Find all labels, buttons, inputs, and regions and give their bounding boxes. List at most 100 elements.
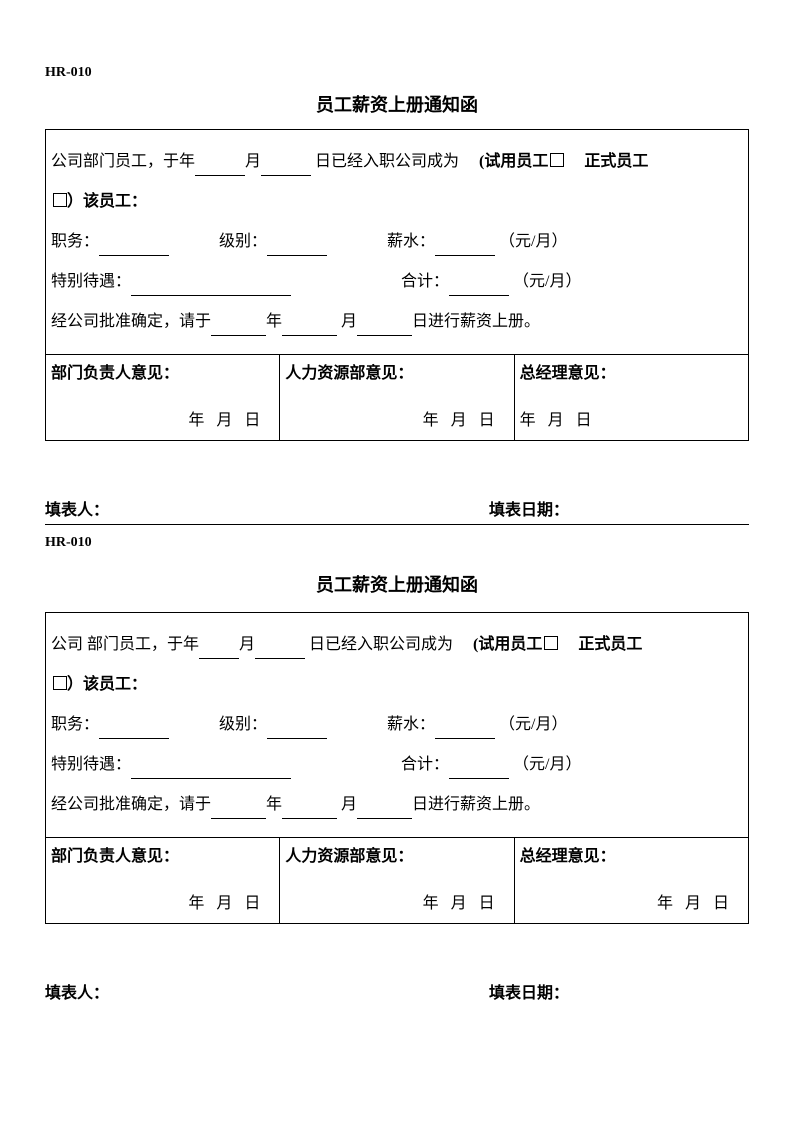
- blank-day2[interactable]: [357, 818, 412, 819]
- approval-date: 年 月 日: [188, 406, 264, 430]
- blank-level[interactable]: [267, 255, 327, 256]
- approval-dept[interactable]: 部门负责人意见： 年 月 日: [46, 355, 280, 440]
- text: 经公司批准确定，请于: [51, 313, 211, 330]
- salary-label: 薪水：: [387, 716, 435, 733]
- blank-position[interactable]: [99, 738, 169, 739]
- approval-gm[interactable]: 总经理意见： 年 月 日: [515, 838, 748, 923]
- total-label: 合计：: [401, 756, 449, 773]
- form-code: HR-010: [45, 535, 749, 551]
- approval-date: 年 月 日: [423, 406, 499, 430]
- text: 日进行薪资上册。: [412, 796, 540, 813]
- text: ）该员工：: [67, 676, 147, 693]
- unit: （元/月）: [513, 756, 581, 773]
- text: 年: [266, 796, 282, 813]
- checkbox-trial[interactable]: [550, 153, 564, 167]
- blank-year[interactable]: [211, 335, 266, 336]
- text: 月: [341, 796, 357, 813]
- blank-month[interactable]: [195, 175, 245, 176]
- approval-dept[interactable]: 部门负责人意见： 年 月 日: [46, 838, 280, 923]
- blank-month[interactable]: [199, 658, 239, 659]
- blank-level[interactable]: [267, 738, 327, 739]
- text: 月: [239, 636, 255, 653]
- form-1: HR-010 员工薪资上册通知函 公司部门员工，于年月 日已经入职公司成为(试用…: [45, 65, 749, 525]
- blank-day2[interactable]: [357, 335, 412, 336]
- line-5: 经公司批准确定，请于 年 月 日进行薪资上册。: [51, 785, 743, 825]
- blank-special[interactable]: [131, 778, 291, 779]
- blank-salary[interactable]: [435, 738, 495, 739]
- trial-label: (试用员工: [479, 153, 548, 170]
- checkbox-formal[interactable]: [53, 676, 67, 690]
- approval-row: 部门负责人意见： 年 月 日 人力资源部意见： 年 月 日 总经理意见： 年 月…: [46, 354, 748, 441]
- formal-label: 正式员工: [578, 636, 642, 653]
- filler-label: 填表人：: [45, 979, 489, 1003]
- form-code: HR-010: [45, 65, 749, 81]
- checkbox-trial[interactable]: [544, 636, 558, 650]
- trial-label: (试用员工: [473, 636, 542, 653]
- approval-date: 年 月 日: [657, 889, 733, 913]
- blank-month2[interactable]: [282, 818, 337, 819]
- approval-label: 人力资源部意见：: [285, 842, 508, 866]
- blank-total[interactable]: [449, 295, 509, 296]
- special-label: 特别待遇：: [51, 273, 131, 290]
- approval-hr[interactable]: 人力资源部意见： 年 月 日: [280, 355, 514, 440]
- text: 日已经入职公司成为: [309, 636, 453, 653]
- line-4: 特别待遇：合计： （元/月）: [51, 262, 743, 302]
- position-label: 职务：: [51, 233, 99, 250]
- line-3: 职务： 级别： 薪水： （元/月）: [51, 705, 743, 745]
- approval-date: 年 月 日: [423, 889, 499, 913]
- fill-date-label: 填表日期：: [489, 496, 749, 520]
- text: 日进行薪资上册。: [412, 313, 540, 330]
- approval-row: 部门负责人意见： 年 月 日 人力资源部意见： 年 月 日 总经理意见： 年 月…: [46, 837, 748, 924]
- approval-label: 总经理意见：: [520, 359, 743, 383]
- text: 月: [341, 313, 357, 330]
- approval-hr[interactable]: 人力资源部意见： 年 月 日: [280, 838, 514, 923]
- text: 经公司批准确定，请于: [51, 796, 211, 813]
- salary-label: 薪水：: [387, 233, 435, 250]
- blank-salary[interactable]: [435, 255, 495, 256]
- form-title: 员工薪资上册通知函: [45, 571, 749, 597]
- form-title: 员工薪资上册通知函: [45, 91, 749, 117]
- blank-special[interactable]: [131, 295, 291, 296]
- filler-label: 填表人：: [45, 496, 489, 520]
- position-label: 职务：: [51, 716, 99, 733]
- blank-total[interactable]: [449, 778, 509, 779]
- approval-label: 人力资源部意见：: [285, 359, 508, 383]
- text: 日已经入职公司成为: [315, 153, 459, 170]
- unit: （元/月）: [499, 233, 567, 250]
- main-box: 公司 部门员工，于年月 日已经入职公司成为(试用员工正式员工 ）该员工： 职务：…: [45, 612, 749, 924]
- approval-date: 年 月 日: [520, 406, 596, 430]
- line-4: 特别待遇： 合计： （元/月）: [51, 745, 743, 785]
- approval-date: 年 月 日: [188, 889, 264, 913]
- text: 月: [245, 153, 261, 170]
- blank-year[interactable]: [211, 818, 266, 819]
- line-2: ）该员工：: [51, 665, 743, 705]
- formal-label: 正式员工: [584, 153, 648, 170]
- approval-label: 部门负责人意见：: [51, 359, 274, 383]
- special-label: 特别待遇：: [51, 756, 131, 773]
- text: 公司部门员工，于年: [51, 153, 195, 170]
- line-1: 公司部门员工，于年 月 日已经入职公司成为 (试用员工 正式员工: [51, 142, 743, 182]
- content-area: 公司部门员工，于年月 日已经入职公司成为(试用员工正式员工 ）该员工： 职务：级…: [46, 130, 748, 354]
- footer-row: 填表人： 填表日期：: [45, 979, 749, 1007]
- text: ）该员工：: [67, 193, 147, 210]
- level-label: 级别：: [219, 716, 267, 733]
- blank-position[interactable]: [99, 255, 169, 256]
- blank-day[interactable]: [261, 175, 311, 176]
- line-3: 职务：级别：薪水： （元/月）: [51, 222, 743, 262]
- text: 公司 部门员工，于年: [51, 636, 199, 653]
- total-label: 合计：: [401, 273, 449, 290]
- line-5: 经公司批准确定，请于 年 月 日进行薪资上册。: [51, 302, 743, 342]
- blank-day[interactable]: [255, 658, 305, 659]
- form-2: HR-010 员工薪资上册通知函 公司 部门员工，于年月 日已经入职公司成为(试…: [45, 535, 749, 1007]
- main-box: 公司部门员工，于年月 日已经入职公司成为(试用员工正式员工 ）该员工： 职务：级…: [45, 129, 749, 441]
- approval-gm[interactable]: 总经理意见： 年 月 日: [515, 355, 748, 440]
- content-area: 公司 部门员工，于年月 日已经入职公司成为(试用员工正式员工 ）该员工： 职务：…: [46, 613, 748, 837]
- line-1: 公司 部门员工，于年 月 日已经入职公司成为 (试用员工 正式员工: [51, 625, 743, 665]
- blank-month2[interactable]: [282, 335, 337, 336]
- text: 年: [266, 313, 282, 330]
- unit: （元/月）: [499, 716, 567, 733]
- approval-label: 部门负责人意见：: [51, 842, 274, 866]
- line-2: ）该员工：: [51, 182, 743, 222]
- approval-label: 总经理意见：: [520, 842, 743, 866]
- checkbox-formal[interactable]: [53, 193, 67, 207]
